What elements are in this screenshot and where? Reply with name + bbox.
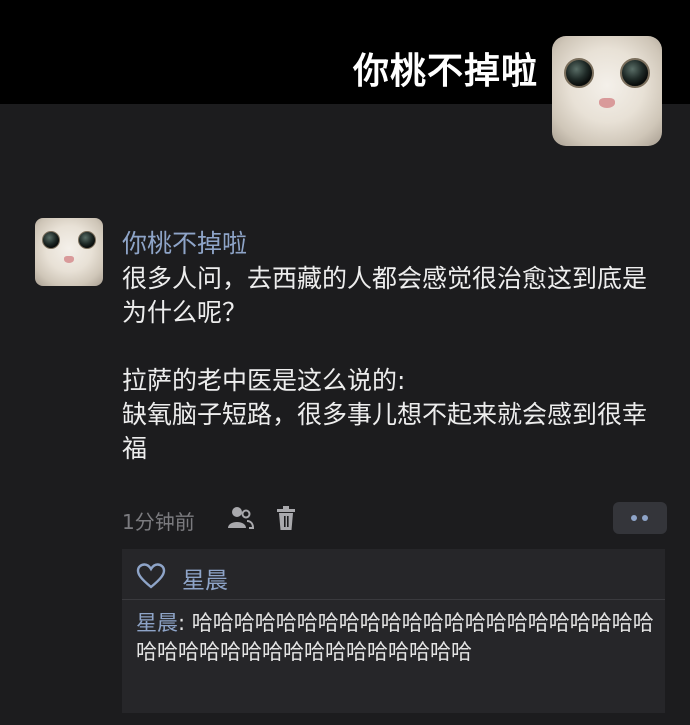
- friend-visibility-icon[interactable]: [226, 504, 255, 536]
- avatar-eye-left: [564, 58, 594, 88]
- avatar-eye-left: [42, 231, 60, 249]
- profile-name: 你桃不掉啦: [352, 51, 538, 92]
- comment-separator: :: [178, 611, 192, 635]
- post-author-avatar[interactable]: [35, 218, 103, 286]
- comment-author[interactable]: 星晨: [136, 611, 178, 635]
- profile-avatar[interactable]: [552, 36, 662, 146]
- like-user-name[interactable]: 星晨: [182, 561, 228, 595]
- post-text: 很多人问，去西藏的人都会感觉很治愈这到底是为什么呢？ 拉萨的老中医是这么说的: …: [122, 264, 648, 463]
- avatar-nose: [64, 256, 74, 263]
- friend-visibility-icon-svg: [228, 507, 255, 529]
- more-dot: [631, 515, 637, 521]
- trash-icon[interactable]: [274, 504, 298, 536]
- divider: [122, 599, 665, 600]
- post-meta-row: 1分钟前: [122, 502, 667, 536]
- post-timestamp: 1分钟前: [122, 510, 195, 534]
- heart-icon: [136, 563, 166, 593]
- trash-icon-svg: [277, 506, 295, 530]
- comment-item[interactable]: 星晨: 哈哈哈哈哈哈哈哈哈哈哈哈哈哈哈哈哈哈哈哈哈哈哈哈哈哈哈哈哈哈哈哈哈哈哈哈…: [136, 609, 661, 667]
- more-dot: [642, 515, 648, 521]
- likes-comments-box: 星晨 星晨: 哈哈哈哈哈哈哈哈哈哈哈哈哈哈哈哈哈哈哈哈哈哈哈哈哈哈哈哈哈哈哈哈哈…: [122, 549, 665, 713]
- comment-text: 哈哈哈哈哈哈哈哈哈哈哈哈哈哈哈哈哈哈哈哈哈哈哈哈哈哈哈哈哈哈哈哈哈哈哈哈哈哈: [136, 611, 654, 664]
- avatar-eye-right: [78, 231, 96, 249]
- more-dots-icon[interactable]: [613, 502, 667, 534]
- heart-icon-svg: [136, 563, 166, 589]
- avatar-eye-right: [620, 58, 650, 88]
- post-author-name[interactable]: 你桃不掉啦: [122, 224, 247, 260]
- avatar-nose: [599, 98, 615, 108]
